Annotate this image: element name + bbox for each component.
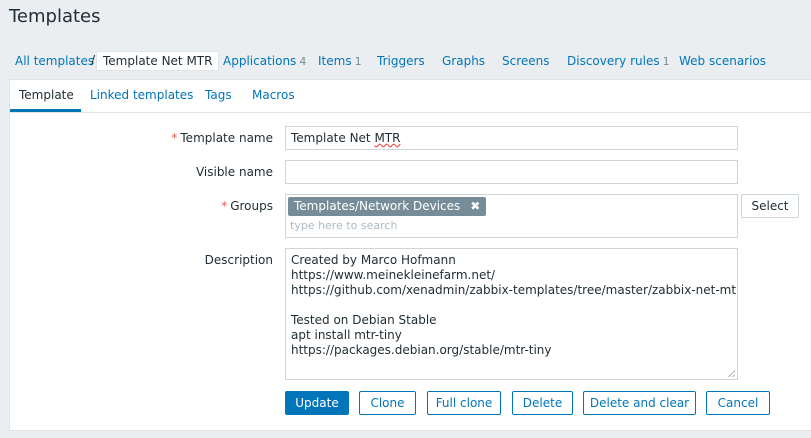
full-clone-button[interactable]: Full clone xyxy=(427,391,501,415)
description-label: Description xyxy=(204,253,273,267)
tab-linked-templates[interactable]: Linked templates xyxy=(90,88,193,102)
template-form-panel: Template Linked templates Tags Macros * T… xyxy=(9,79,811,431)
nav-link-items[interactable]: Items 1 xyxy=(318,54,362,68)
nav-link-discovery-rules[interactable]: Discovery rules 1 xyxy=(567,54,670,68)
nav-link-applications[interactable]: Applications 4 xyxy=(223,54,306,68)
groups-multiselect[interactable]: Templates/Network Devices ✖ xyxy=(285,194,738,238)
groups-select-button[interactable]: Select xyxy=(741,194,799,218)
tab-macros[interactable]: Macros xyxy=(252,88,295,102)
group-chip: Templates/Network Devices ✖ xyxy=(288,197,487,216)
clone-button[interactable]: Clone xyxy=(359,391,416,415)
required-marker: * xyxy=(221,199,228,213)
close-icon[interactable]: ✖ xyxy=(470,199,480,213)
spellcheck-underline: MTR xyxy=(374,131,401,145)
tab-tags[interactable]: Tags xyxy=(205,88,232,102)
description-textarea[interactable]: Created by Marco Hofmann https://www.mei… xyxy=(285,248,738,380)
template-nav: All templates / Template Net MTR Applica… xyxy=(0,44,811,78)
breadcrumb-all-templates[interactable]: All templates xyxy=(15,54,94,68)
template-name-label: * Template name xyxy=(171,131,273,145)
delete-and-clear-button[interactable]: Delete and clear xyxy=(583,391,696,415)
required-marker: * xyxy=(171,131,178,145)
nav-link-graphs[interactable]: Graphs xyxy=(442,54,485,68)
page-title: Templates xyxy=(9,6,101,27)
groups-search-input[interactable] xyxy=(290,219,590,232)
visible-name-input[interactable] xyxy=(285,160,738,184)
visible-name-label: Visible name xyxy=(195,165,273,179)
cancel-button[interactable]: Cancel xyxy=(706,391,770,415)
active-tab-indicator xyxy=(10,109,81,112)
tab-bar: Template Linked templates Tags Macros xyxy=(10,80,811,113)
update-button[interactable]: Update xyxy=(285,391,349,415)
delete-button[interactable]: Delete xyxy=(512,391,573,415)
nav-link-web-scenarios[interactable]: Web scenarios xyxy=(679,54,766,68)
tab-template[interactable]: Template xyxy=(19,88,74,102)
breadcrumb-current-template[interactable]: Template Net MTR xyxy=(96,51,220,71)
nav-link-triggers[interactable]: Triggers xyxy=(377,54,425,68)
resize-grip-icon[interactable] xyxy=(727,369,735,377)
nav-link-screens[interactable]: Screens xyxy=(502,54,550,68)
breadcrumb-separator: / xyxy=(91,53,96,67)
template-name-input[interactable]: Template Net MTR xyxy=(285,126,738,150)
groups-label: * Groups xyxy=(221,199,273,213)
